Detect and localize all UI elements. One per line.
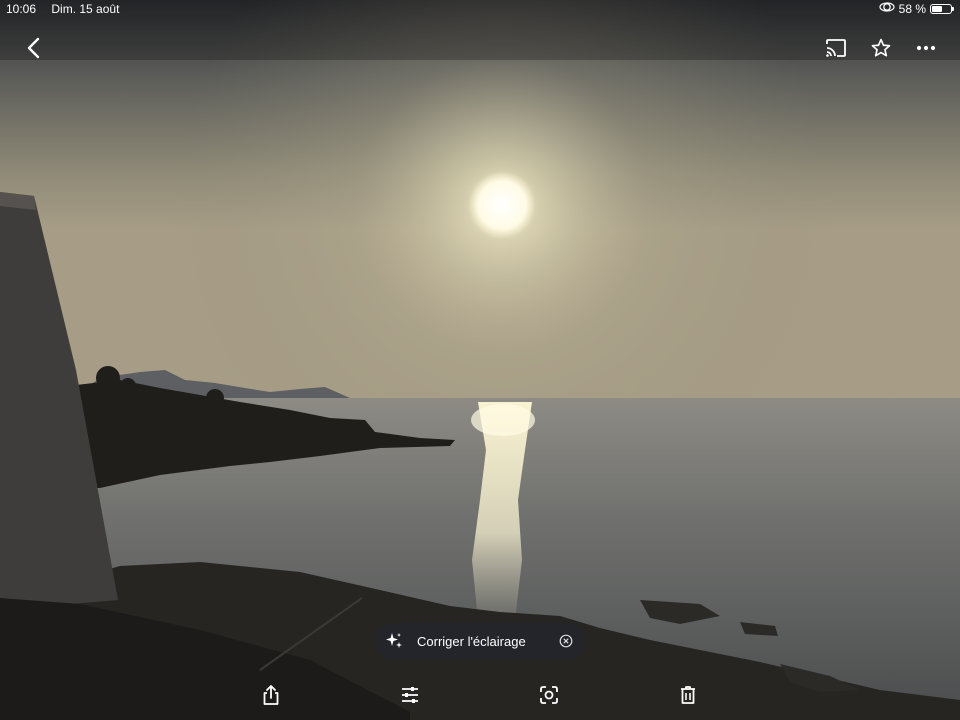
status-date: Dim. 15 août	[51, 2, 120, 16]
cast-icon	[826, 39, 846, 57]
lens-icon	[540, 686, 558, 704]
more-options-button[interactable]	[909, 31, 943, 65]
lens-button[interactable]	[534, 680, 564, 710]
status-bar: 10:06 Dim. 15 août 58 %	[0, 0, 960, 18]
sliders-icon	[402, 687, 418, 703]
status-right: 58 %	[879, 0, 954, 18]
suggestion-label: Corriger l'éclairage	[417, 633, 526, 649]
close-circle-icon	[559, 634, 573, 648]
cast-button[interactable]	[819, 31, 853, 65]
fix-lighting-suggestion[interactable]: Corriger l'éclairage	[375, 623, 585, 659]
chevron-left-icon	[27, 37, 40, 59]
favorite-button[interactable]	[864, 31, 898, 65]
dismiss-suggestion-button[interactable]	[559, 634, 573, 648]
trash-icon	[681, 686, 695, 704]
more-horizontal-icon	[916, 45, 936, 51]
orientation-lock-icon	[879, 0, 895, 18]
battery-icon	[930, 4, 954, 14]
back-button[interactable]	[17, 31, 51, 65]
star-outline-icon	[871, 38, 891, 57]
share-button[interactable]	[256, 680, 286, 710]
edit-button[interactable]	[395, 680, 425, 710]
sparkle-icon	[386, 633, 402, 648]
battery-level	[932, 6, 942, 12]
photo-sunset-sea	[0, 0, 960, 720]
status-time: 10:06	[6, 2, 37, 16]
battery-percent: 58 %	[898, 2, 926, 16]
status-left: 10:06 Dim. 15 août	[6, 0, 131, 18]
delete-button[interactable]	[673, 680, 703, 710]
share-icon	[263, 685, 279, 705]
